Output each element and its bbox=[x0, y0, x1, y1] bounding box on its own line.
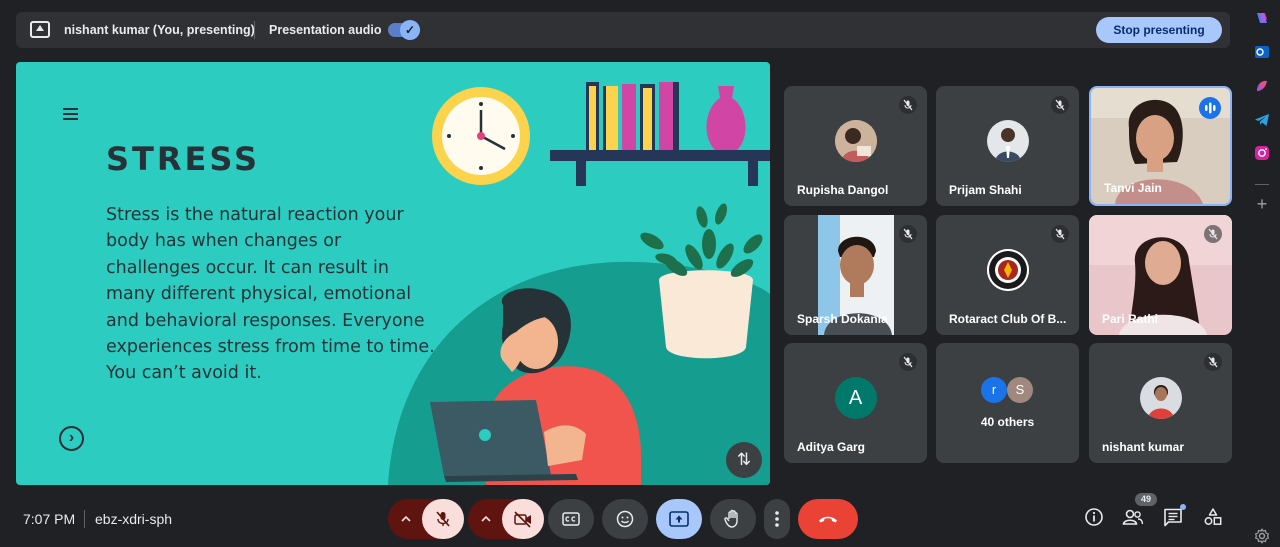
presentation-slide: STRESS Stress is the natural reaction yo… bbox=[16, 62, 770, 485]
presentation-audio-label: Presentation audio bbox=[269, 23, 382, 37]
avatar bbox=[834, 120, 877, 162]
camera-off-icon[interactable] bbox=[502, 499, 544, 539]
participant-tile[interactable]: Prijam Shahi bbox=[936, 86, 1079, 206]
others-tile[interactable]: r S 40 others bbox=[936, 343, 1079, 463]
outlook-icon[interactable] bbox=[1254, 44, 1270, 60]
rotaract-logo-icon bbox=[986, 249, 1029, 291]
captions-icon[interactable] bbox=[548, 499, 594, 539]
activities-icon[interactable] bbox=[1201, 507, 1225, 531]
camera-controls bbox=[468, 499, 544, 539]
settings-gear-icon[interactable] bbox=[1254, 528, 1270, 544]
more-options-icon[interactable] bbox=[764, 499, 790, 539]
avatar: r bbox=[981, 377, 1007, 403]
participant-name: Rotaract Club Of B... bbox=[949, 312, 1067, 326]
participant-tile[interactable]: Tanvi Jain bbox=[1089, 86, 1232, 206]
participant-name: Pari Rathi bbox=[1102, 312, 1159, 326]
mic-options-icon[interactable] bbox=[388, 499, 424, 539]
mic-off-icon bbox=[899, 225, 917, 243]
divider bbox=[1255, 184, 1269, 185]
designer-icon[interactable] bbox=[1254, 78, 1270, 94]
emoji-icon[interactable] bbox=[602, 499, 648, 539]
end-call-icon[interactable] bbox=[798, 499, 858, 539]
participant-tile[interactable]: Rupisha Dangol bbox=[784, 86, 927, 206]
participant-name: Sparsh Dokania bbox=[797, 312, 888, 326]
presenting-bar: nishant kumar (You, presenting) Presenta… bbox=[16, 12, 1230, 48]
meeting-code: ebz-xdri-sph bbox=[95, 511, 173, 527]
slide-menu-icon[interactable] bbox=[63, 108, 78, 120]
avatar bbox=[1139, 377, 1182, 419]
divider bbox=[84, 510, 85, 528]
others-count-label: 40 others bbox=[980, 415, 1035, 429]
participant-tile[interactable]: A Aditya Garg bbox=[784, 343, 927, 463]
avatar: A bbox=[834, 377, 877, 419]
telegram-icon[interactable] bbox=[1254, 112, 1270, 128]
browser-sidebar: + bbox=[1243, 0, 1280, 547]
avatar bbox=[986, 120, 1029, 162]
speaking-indicator-icon bbox=[1199, 97, 1221, 119]
present-icon[interactable] bbox=[656, 499, 702, 539]
participant-name: Aditya Garg bbox=[797, 440, 866, 454]
participant-tile[interactable]: Pari Rathi bbox=[1089, 215, 1232, 335]
slide-title: STRESS bbox=[106, 140, 261, 178]
participant-name: Prijam Shahi bbox=[949, 183, 1022, 197]
mic-off-icon bbox=[1204, 225, 1222, 243]
present-screen-icon bbox=[30, 21, 50, 38]
participant-name: nishant kumar bbox=[1102, 440, 1185, 454]
mic-off-icon bbox=[899, 96, 917, 114]
mic-off-icon bbox=[1051, 225, 1069, 243]
check-icon[interactable]: ✓ bbox=[400, 20, 420, 40]
chat-icon[interactable] bbox=[1161, 504, 1186, 531]
stop-presenting-button[interactable]: Stop presenting bbox=[1096, 17, 1222, 43]
mic-off-icon[interactable] bbox=[422, 499, 464, 539]
camera-options-icon[interactable] bbox=[468, 499, 504, 539]
mic-off-icon bbox=[1051, 96, 1069, 114]
presenter-name: nishant kumar (You, presenting) bbox=[64, 23, 255, 37]
divider bbox=[254, 21, 255, 39]
meeting-time: 7:07 PM bbox=[23, 511, 76, 527]
swap-layout-icon[interactable]: ⇅ bbox=[726, 442, 762, 478]
mic-off-icon bbox=[899, 353, 917, 371]
slide-body-text: Stress is the natural reaction your body… bbox=[106, 205, 435, 384]
instagram-icon[interactable] bbox=[1254, 145, 1270, 161]
mic-controls bbox=[388, 499, 464, 539]
notification-dot bbox=[1180, 504, 1186, 510]
participant-name: Rupisha Dangol bbox=[797, 183, 889, 197]
raise-hand-icon[interactable] bbox=[710, 499, 756, 539]
meeting-details-icon[interactable] bbox=[1082, 507, 1106, 531]
participant-name: Tanvi Jain bbox=[1104, 181, 1162, 195]
avatar: S bbox=[1007, 377, 1033, 403]
people-count-badge: 49 bbox=[1135, 493, 1157, 506]
add-icon[interactable]: + bbox=[1254, 195, 1270, 213]
next-slide-button[interactable]: › bbox=[59, 426, 84, 451]
participant-tile[interactable]: nishant kumar bbox=[1089, 343, 1232, 463]
participant-tile[interactable]: Rotaract Club Of B... bbox=[936, 215, 1079, 335]
mic-off-icon bbox=[1204, 353, 1222, 371]
people-icon[interactable] bbox=[1121, 507, 1145, 531]
participant-tile[interactable]: Sparsh Dokania bbox=[784, 215, 927, 335]
copilot-icon[interactable] bbox=[1254, 10, 1270, 26]
